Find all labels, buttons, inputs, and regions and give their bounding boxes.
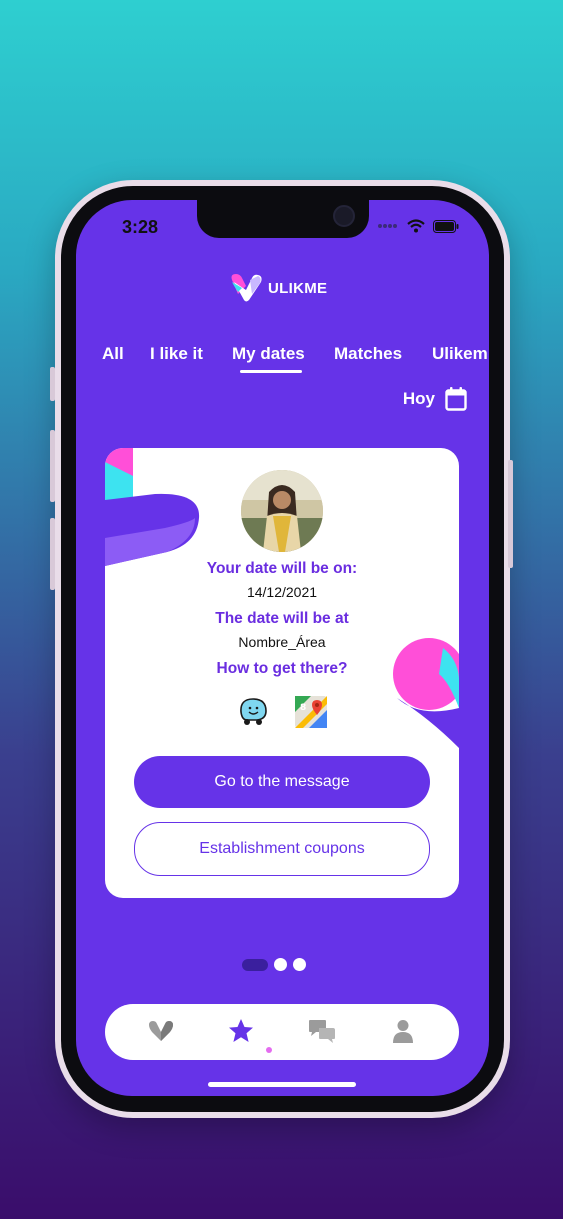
- page-dot[interactable]: [293, 958, 306, 971]
- wifi-icon: [407, 219, 425, 233]
- ulikme-heart-logo-icon: [231, 274, 262, 302]
- tab-i-like-it[interactable]: I like it: [150, 344, 203, 364]
- nav-profile[interactable]: [388, 1016, 418, 1046]
- notch: [197, 200, 369, 238]
- card-decoration-top-left: [105, 448, 200, 566]
- svg-text:8: 8: [300, 703, 306, 713]
- camera-icon: [333, 205, 355, 227]
- page-dot-active[interactable]: [242, 958, 268, 971]
- tab-all[interactable]: All: [102, 344, 124, 364]
- tab-my-dates[interactable]: My dates: [232, 344, 305, 364]
- tab-matches[interactable]: Matches: [334, 344, 402, 364]
- calendar-icon[interactable]: [445, 387, 467, 411]
- google-maps-icon[interactable]: 8: [295, 696, 327, 728]
- app-screen: 3:28 ULIKME All I like it My dates Match…: [76, 200, 489, 1096]
- heart-icon: [149, 1021, 173, 1041]
- date-filter-label: Hoy: [402, 389, 435, 408]
- status-time: 3:28: [122, 217, 159, 237]
- tab-ulikeme[interactable]: Ulikem: [432, 344, 488, 364]
- star-icon: [229, 1019, 253, 1042]
- phone-volume-up: [50, 430, 55, 502]
- place-value: Nombre_Área: [238, 634, 326, 650]
- phone-silent-switch: [50, 367, 55, 401]
- establishment-coupons-button[interactable]: Establishment coupons: [134, 822, 430, 876]
- bottom-nav: [105, 1004, 459, 1060]
- page-dot[interactable]: [274, 958, 287, 971]
- date-value: 14/12/2021: [246, 584, 318, 600]
- active-nav-dot: [266, 1047, 272, 1053]
- phone-volume-down: [50, 518, 55, 590]
- phone-power-button: [508, 460, 513, 568]
- page-indicator: [242, 958, 306, 971]
- card-decoration-right: [393, 638, 459, 748]
- battery-icon: [433, 219, 459, 233]
- go-to-message-button[interactable]: Go to the message: [134, 756, 430, 808]
- place-label: The date will be at: [215, 610, 349, 627]
- waze-icon[interactable]: [237, 696, 269, 726]
- nav-dates[interactable]: [226, 1016, 256, 1046]
- status-icons: [377, 219, 459, 233]
- avatar[interactable]: [241, 470, 323, 552]
- chat-icon: [309, 1020, 335, 1043]
- signal-icon: [378, 224, 397, 228]
- home-indicator[interactable]: [208, 1082, 356, 1087]
- nav-chats[interactable]: [307, 1016, 337, 1046]
- app-logo: ULIKME: [228, 272, 327, 304]
- directions-label: How to get there?: [216, 660, 348, 677]
- date-filter[interactable]: Hoy: [403, 387, 467, 411]
- profile-photo: [241, 470, 323, 552]
- nav-likes[interactable]: [146, 1016, 176, 1046]
- active-tab-indicator: [240, 370, 302, 373]
- app-name: ULIKME: [268, 279, 328, 297]
- profile-icon: [393, 1020, 413, 1043]
- date-card: Your date will be on: 14/12/2021 The dat…: [105, 448, 459, 898]
- date-label: Your date will be on:: [206, 560, 358, 577]
